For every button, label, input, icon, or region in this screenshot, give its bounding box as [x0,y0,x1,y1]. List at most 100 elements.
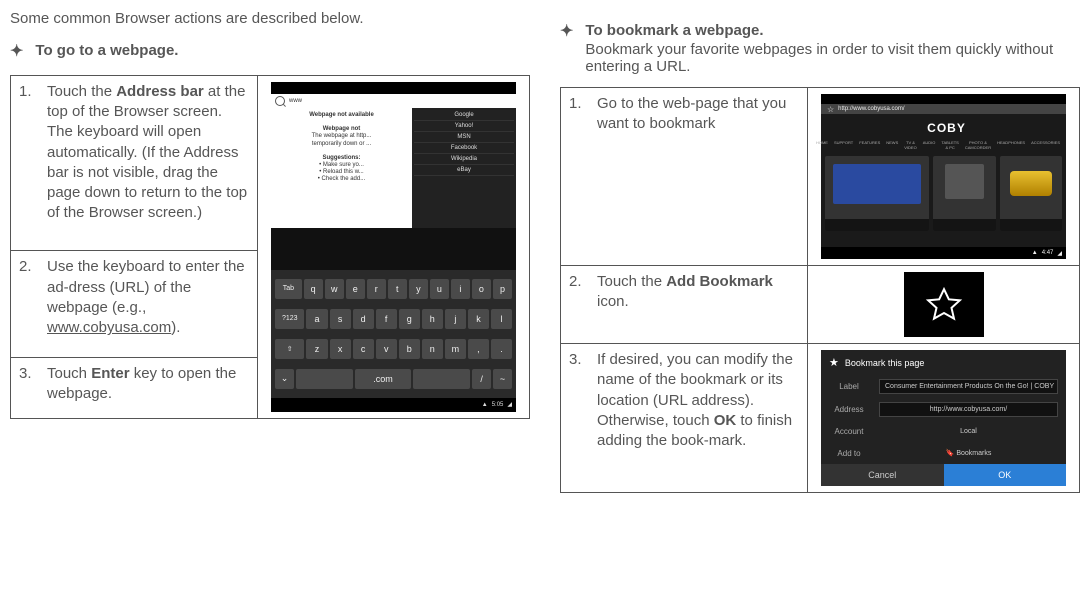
keyboard-key[interactable]: v [376,339,397,359]
left-column: Some common Browser actions are describe… [10,10,530,493]
nav-item: AUDIO [921,140,938,150]
keyboard-key[interactable]: r [367,279,386,299]
keyboard-key[interactable]: h [422,309,443,329]
step-2-cell: 2. Use the keyboard to enter the ad-dres… [11,251,258,358]
keyboard-key[interactable]: l [491,309,512,329]
on-screen-keyboard: Tabqwertyuiop ?123asdfghjkl ⇧zxcvbnm,. ⌄ .co… [271,270,516,398]
nav-item: NEWS [884,140,900,150]
keyboard-key[interactable]: b [399,339,420,359]
nav-item: HOME [814,140,830,150]
nav-item: ACCESSORIES [1029,140,1062,150]
star-icon: ☆ [827,105,834,114]
keyboard-key[interactable]: n [422,339,443,359]
keyboard-key[interactable]: d [353,309,374,329]
bookmark-icon: 🔖 [946,450,955,457]
account-field: Local [879,425,1058,438]
android-navbar: ▲5:05◢ [271,398,516,412]
intro-text: Some common Browser actions are describe… [10,10,530,27]
compass-icon: ✦ [10,42,23,63]
keyboard-key[interactable]: m [445,339,466,359]
keyboard-key[interactable]: i [451,279,470,299]
step-b1-cell: 1. Go to the web-page that you want to b… [561,88,808,266]
cancel-button[interactable]: Cancel [821,464,944,486]
keyboard-key[interactable]: .com [355,369,412,389]
nav-item: TABLETS & PC [939,140,961,150]
nav-item: PHOTO & CAMCORDER [963,140,993,150]
address-bar-text: www [289,98,302,104]
list-item: 3. If desired, you can modify the name o… [569,350,799,451]
list-item: 2. Use the keyboard to enter the ad-dres… [19,257,249,338]
section-b-title: To bookmark a webpage. Bookmark your fav… [585,22,1080,75]
keyboard-key[interactable]: ⇧ [275,339,304,359]
section-b-table: 1. Go to the web-page that you want to b… [560,87,1080,493]
keyboard-key[interactable]: / [472,369,491,389]
add-bookmark-icon [904,272,984,337]
keyboard-key[interactable]: c [353,339,374,359]
compass-icon: ✦ [560,22,573,43]
nav-item: TV & VIDEO [902,140,918,150]
keyboard-key[interactable]: w [325,279,344,299]
keyboard-key[interactable]: x [330,339,351,359]
keyboard-key[interactable]: t [388,279,407,299]
list-item: 3. Touch Enter key to open the webpage. [19,364,249,405]
section-a-title: To go to a webpage. [35,42,530,59]
section-a-table: 1. Touch the Address bar at the top of t… [10,75,530,419]
keyboard-key[interactable]: z [306,339,327,359]
right-column: ✦ To bookmark a webpage. Bookmark your f… [560,10,1080,493]
keyboard-key[interactable]: q [304,279,323,299]
star-icon: ★ [829,356,839,369]
step-b3-cell: 3. If desired, you can modify the name o… [561,344,808,493]
keyboard-key[interactable]: f [376,309,397,329]
keyboard-key[interactable]: p [493,279,512,299]
suggestion-item[interactable]: Facebook [414,143,514,154]
screenshot-2-cell: ☆ http://www.cobyusa.com/ COBY HOMESUPPO… [808,88,1080,266]
suggestion-item[interactable]: Google [414,110,514,121]
keyboard-key[interactable]: o [472,279,491,299]
step-1-cell: 1. Touch the Address bar at the top of t… [11,75,258,251]
nav-item: FEATURES [857,140,882,150]
keyboard-key[interactable]: s [330,309,351,329]
keyboard-key[interactable]: Tab [275,279,302,299]
tablet-website-screenshot: ☆ http://www.cobyusa.com/ COBY HOMESUPPO… [821,94,1066,259]
suggestion-dropdown: GoogleYahoo!MSNFacebookWikipediaeBay [412,108,516,228]
list-item: 2. Touch the Add Bookmark icon. [569,272,799,313]
section-b-heading: ✦ To bookmark a webpage. Bookmark your f… [560,22,1080,75]
label-field[interactable]: Consumer Entertainment Products On the G… [879,379,1058,394]
nav-item: HEADPHONES [995,140,1027,150]
keyboard-key[interactable]: g [399,309,420,329]
search-icon [275,96,285,106]
keyboard-key[interactable]: ~ [493,369,512,389]
star-icon-cell [808,266,1080,344]
keyboard-key[interactable]: u [430,279,449,299]
suggestion-item[interactable]: eBay [414,165,514,176]
brand-logo: COBY [825,116,1062,138]
dialog-screenshot-cell: ★ Bookmark this page Label Consumer Ente… [808,344,1080,493]
section-a-heading: ✦ To go to a webpage. [10,42,530,63]
keyboard-key[interactable]: . [491,339,512,359]
screenshot-1-cell: www Webpage not available Webpage not Th… [258,75,530,418]
keyboard-key[interactable]: k [468,309,489,329]
ok-button[interactable]: OK [944,464,1067,486]
step-3-cell: 3. Touch Enter key to open the webpage. [11,358,258,419]
suggestion-item[interactable]: Yahoo! [414,121,514,132]
addto-field[interactable]: 🔖 Bookmarks [879,446,1058,460]
keyboard-key[interactable]: ?123 [275,309,304,329]
site-nav: HOMESUPPORTFEATURESNEWSTV & VIDEOAUDIOTA… [825,138,1062,152]
keyboard-key[interactable] [413,369,470,389]
android-navbar: ▲4:47◢ [821,247,1066,259]
nav-item: SUPPORT [832,140,855,150]
suggestion-item[interactable]: MSN [414,132,514,143]
keyboard-key[interactable]: , [468,339,489,359]
step-b2-cell: 2. Touch the Add Bookmark icon. [561,266,808,344]
address-field[interactable]: http://www.cobyusa.com/ [879,402,1058,417]
keyboard-key[interactable]: ⌄ [275,369,294,389]
tablet-browser-screenshot: www Webpage not available Webpage not Th… [271,82,516,412]
keyboard-key[interactable] [296,369,353,389]
keyboard-key[interactable]: j [445,309,466,329]
bookmark-dialog: ★ Bookmark this page Label Consumer Ente… [821,350,1066,486]
keyboard-key[interactable]: e [346,279,365,299]
list-item: 1. Touch the Address bar at the top of t… [19,82,249,224]
keyboard-key[interactable]: y [409,279,428,299]
suggestion-item[interactable]: Wikipedia [414,154,514,165]
keyboard-key[interactable]: a [306,309,327,329]
